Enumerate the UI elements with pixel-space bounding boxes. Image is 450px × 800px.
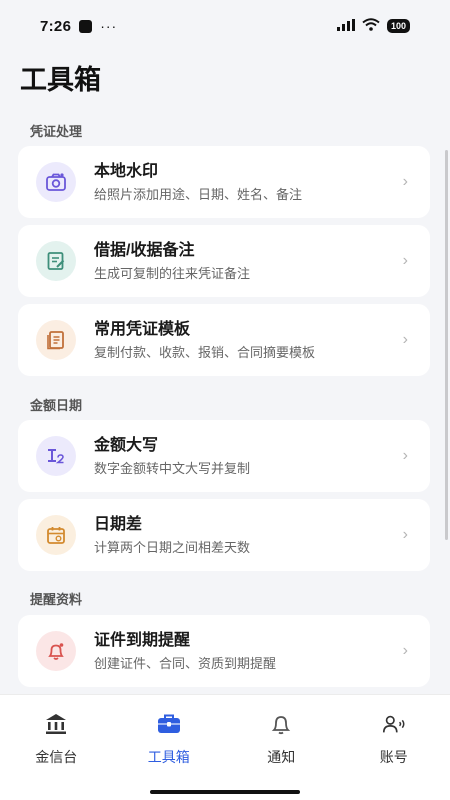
tab-label: 通知 [267,749,296,765]
edit-note-icon [36,241,76,281]
tool-card-templates[interactable]: 常用凭证模板 复制付款、收款、报销、合同摘要模板 › [18,304,430,376]
document-icon [36,320,76,360]
chevron-right-icon: › [402,447,408,464]
chevron-right-icon: › [402,642,408,659]
bank-icon [43,711,69,737]
bell-outline-icon [268,711,294,737]
bell-icon [36,631,76,671]
status-bar: 7:26 ··· 100 [0,0,450,52]
bottom-tab-bar: 金信台 工具箱 通知 账号 [0,694,450,800]
tab-label: 账号 [379,749,408,765]
card-title: 借据/收据备注 [94,241,195,259]
section-label-reminder: 提醒资料 [30,592,83,607]
chevron-right-icon: › [402,331,408,348]
signal-icon [336,18,355,35]
card-subtitle: 复制付款、收款、报销、合同摘要模板 [94,344,316,360]
scrollbar[interactable] [445,150,448,540]
card-title: 金额大写 [94,436,159,454]
wifi-icon [362,17,380,35]
section-label-voucher: 凭证处理 [30,124,83,139]
card-subtitle: 数字金额转中文大写并复制 [94,460,251,476]
card-title: 常用凭证模板 [94,320,191,338]
chevron-right-icon: › [402,526,408,543]
toolbox-icon [156,711,182,737]
card-title: 证件到期提醒 [94,631,191,649]
status-time: 7:26 [40,17,72,35]
card-subtitle: 生成可复制的往来凭证备注 [94,265,251,281]
page-title: 工具箱 [20,65,101,95]
status-dots: ··· [100,18,118,34]
calendar-icon [36,515,76,555]
card-title: 本地水印 [94,162,159,180]
tool-card-expiry-reminder[interactable]: 证件到期提醒 创建证件、合同、资质到期提醒 › [18,615,430,687]
tab-toolbox[interactable]: 工具箱 [113,695,226,800]
card-subtitle: 给照片添加用途、日期、姓名、备注 [94,186,303,202]
battery-icon: 100 [386,19,410,33]
tool-card-watermark[interactable]: 本地水印 给照片添加用途、日期、姓名、备注 › [18,146,430,218]
tool-card-date-diff[interactable]: 日期差 计算两个日期之间相差天数 › [18,499,430,571]
tool-card-receipt-note[interactable]: 借据/收据备注 生成可复制的往来凭证备注 › [18,225,430,297]
tab-label: 工具箱 [147,749,190,765]
tool-card-amount-uppercase[interactable]: 金额大写 数字金额转中文大写并复制 › [18,420,430,492]
text-convert-icon [36,436,76,476]
tab-notifications[interactable]: 通知 [225,695,338,800]
card-subtitle: 创建证件、合同、资质到期提醒 [94,655,277,671]
section-label-amount-date: 金额日期 [30,398,83,413]
card-subtitle: 计算两个日期之间相差天数 [94,539,251,555]
chevron-right-icon: › [402,252,408,269]
notification-square-icon [79,19,93,33]
camera-icon [36,162,76,202]
home-indicator [150,790,300,794]
chevron-right-icon: › [402,173,408,190]
tab-label: 金信台 [35,749,78,765]
account-icon [381,711,407,737]
tab-jinxintai[interactable]: 金信台 [0,695,113,800]
card-title: 日期差 [94,515,143,533]
tab-account[interactable]: 账号 [338,695,450,800]
